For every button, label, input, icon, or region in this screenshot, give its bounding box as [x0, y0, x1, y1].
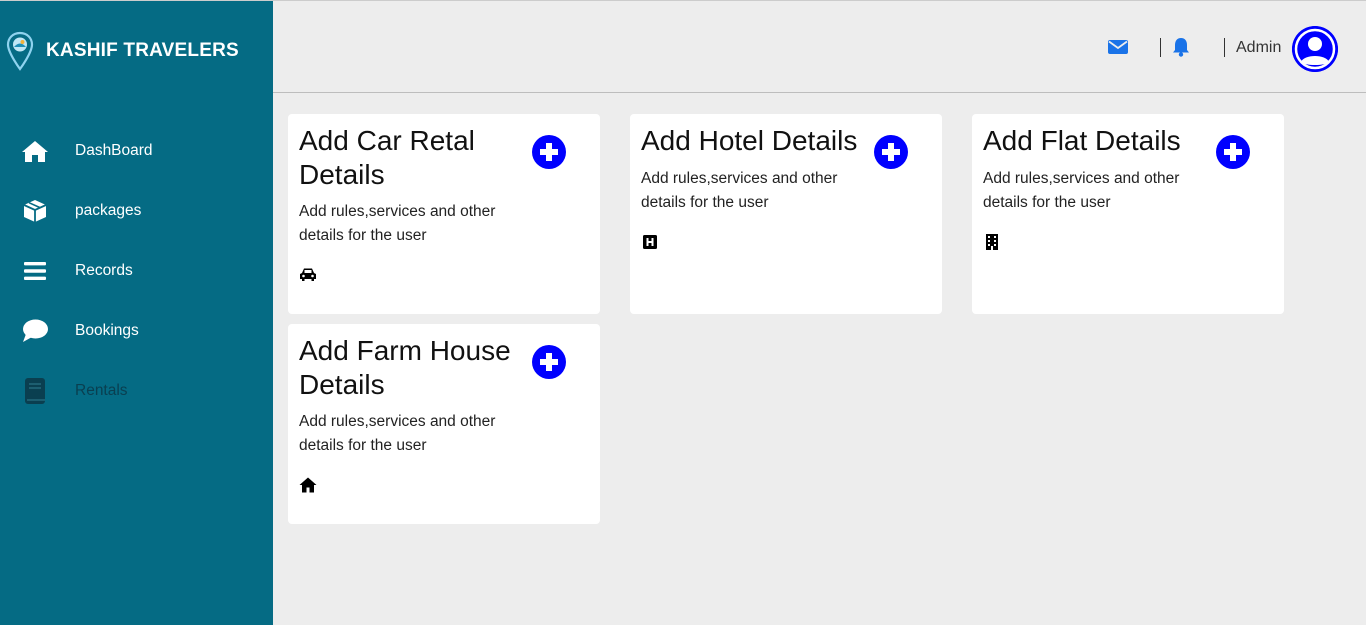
plus-circle-icon[interactable]	[1215, 134, 1251, 170]
chat-bubble-icon	[21, 317, 49, 345]
list-icon	[21, 257, 49, 285]
card-title: Add Car Retal Details	[299, 125, 475, 190]
building-icon	[986, 234, 998, 250]
card-title: Add Hotel Details	[641, 125, 858, 156]
sidebar-item-label: DashBoard	[75, 142, 153, 159]
card-title: Add Flat Details	[983, 125, 1181, 156]
sidebar-item-bookings[interactable]: Bookings	[0, 301, 273, 361]
sidebar-item-label: Rentals	[75, 382, 128, 399]
home-icon	[21, 137, 49, 165]
divider	[1160, 38, 1161, 57]
brand-name: KASHIF TRAVELERS	[46, 40, 239, 61]
card-car-rental: Add Car Retal Details Add rules,services…	[288, 114, 600, 314]
card-description: Add rules,services and other details for…	[299, 413, 496, 454]
sidebar-item-rentals[interactable]: Rentals	[0, 361, 273, 421]
sidebar-item-label: Bookings	[75, 322, 139, 339]
sidebar-item-packages[interactable]: packages	[0, 181, 273, 241]
sidebar-item-dashboard[interactable]: DashBoard	[0, 121, 273, 181]
card-description: Add rules,services and other details for…	[641, 170, 838, 211]
card-farm-house: Add Farm House Details Add rules,service…	[288, 324, 600, 524]
card-description: Add rules,services and other details for…	[983, 170, 1180, 211]
user-avatar-icon[interactable]	[1292, 26, 1338, 72]
sidebar-item-records[interactable]: Records	[0, 241, 273, 301]
plus-circle-icon[interactable]	[873, 134, 909, 170]
plus-circle-icon[interactable]	[531, 344, 567, 380]
card-title: Add Farm House Details	[299, 335, 511, 400]
home-icon	[299, 477, 317, 493]
bell-icon[interactable]	[1169, 35, 1193, 59]
sidebar: KASHIF TRAVELERS DashBoard packages Reco…	[0, 0, 273, 625]
envelope-icon[interactable]	[1106, 35, 1130, 59]
book-icon	[21, 377, 49, 405]
car-icon	[300, 268, 316, 281]
sidebar-nav: DashBoard packages Records Bookings Rent…	[0, 121, 273, 421]
sidebar-item-label: packages	[75, 202, 142, 219]
divider	[1224, 38, 1225, 57]
map-pin-logo-icon	[6, 31, 34, 71]
box-icon	[21, 197, 49, 225]
card-hotel: Add Hotel Details Add rules,services and…	[630, 114, 942, 314]
card-description: Add rules,services and other details for…	[299, 203, 496, 244]
hotel-h-icon	[643, 235, 657, 249]
user-name-label[interactable]: Admin	[1236, 39, 1281, 57]
plus-circle-icon[interactable]	[531, 134, 567, 170]
topbar: Admin	[273, 0, 1366, 93]
sidebar-item-label: Records	[75, 262, 133, 279]
card-flat: Add Flat Details Add rules,services and …	[972, 114, 1284, 314]
brand[interactable]: KASHIF TRAVELERS	[6, 31, 239, 71]
